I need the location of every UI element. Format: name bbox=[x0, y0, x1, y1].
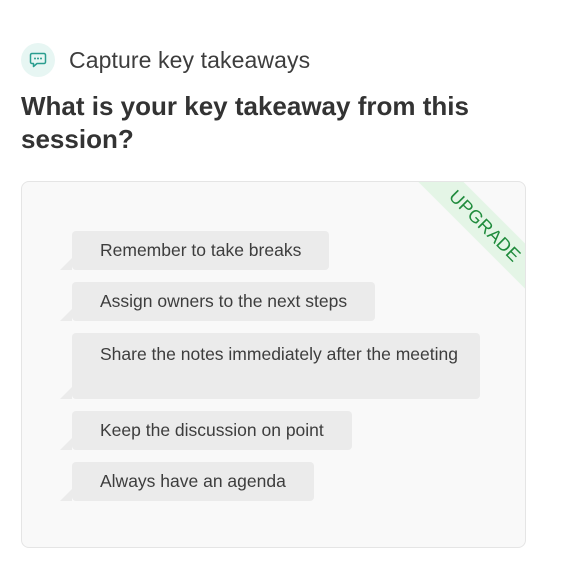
chat-bubble-icon bbox=[21, 43, 55, 77]
takeaways-card: UPGRADE Remember to take breaks Assign o… bbox=[21, 181, 526, 548]
activity-header: Capture key takeaways bbox=[21, 43, 310, 77]
takeaway-text: Always have an agenda bbox=[100, 471, 286, 491]
upgrade-ribbon[interactable]: UPGRADE bbox=[402, 182, 525, 309]
takeaway-bubble: Assign owners to the next steps bbox=[59, 282, 376, 321]
takeaway-text: Remember to take breaks bbox=[100, 240, 302, 260]
takeaway-bubble: Share the notes immediately after the me… bbox=[60, 333, 480, 399]
takeaway-text: Share the notes immediately after the me… bbox=[100, 344, 458, 364]
takeaway-text: Assign owners to the next steps bbox=[100, 291, 348, 311]
takeaway-bubble: Always have an agenda bbox=[60, 462, 314, 501]
takeaway-bubble: Remember to take breaks bbox=[59, 231, 330, 270]
takeaway-text: Keep the discussion on point bbox=[100, 420, 324, 440]
activity-title: Capture key takeaways bbox=[69, 46, 311, 73]
question-heading: What is your key takeaway from this sess… bbox=[21, 91, 469, 154]
takeaway-bubble: Keep the discussion on point bbox=[60, 411, 352, 450]
